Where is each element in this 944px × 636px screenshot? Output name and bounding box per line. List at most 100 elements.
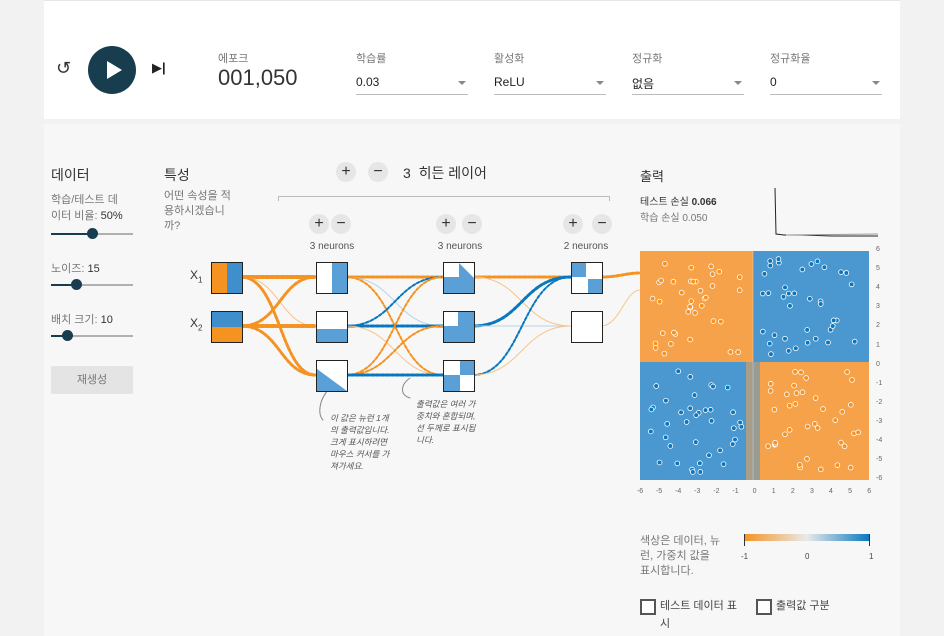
hidden-neuron[interactable]: [316, 360, 348, 392]
neuron-annotation: 이 값은 뉴런 1개 의 출력값입니다. 크게 표시하려면 마우스 커서를 가 져가세요…: [330, 412, 389, 472]
data-point: [804, 423, 811, 430]
test-loss-label: 테스트 손실: [640, 197, 689, 208]
data-point: [730, 409, 736, 416]
data-point: [683, 419, 690, 425]
data-point: [716, 268, 723, 275]
input-x1-neuron[interactable]: [211, 262, 243, 294]
annotation-line: 의 출력값입니다.: [330, 425, 390, 435]
data-point: [648, 428, 654, 435]
data-point: [792, 369, 798, 375]
data-point: [674, 460, 681, 467]
loss-curve: [774, 187, 878, 237]
data-point: [844, 369, 850, 375]
legend-tick-max: 1: [869, 552, 874, 561]
x-tick-label: 0: [752, 488, 757, 495]
show-test-data-label-2: 시: [660, 618, 671, 630]
hidden-neuron[interactable]: [443, 360, 475, 392]
x-tick-label: 4: [829, 488, 833, 495]
playground-page: ↺ ▶| 에포크 001,050 학습률 0.03 활성화 ReLU 정규화 없…: [0, 0, 944, 636]
y-tick-label: -2: [876, 398, 883, 406]
data-point: [796, 462, 803, 468]
data-point: [697, 469, 704, 475]
train-loss-value: 0.050: [682, 213, 708, 224]
data-point: [829, 323, 836, 329]
hidden-neuron[interactable]: [316, 311, 348, 343]
x-tick-label: 1: [771, 488, 776, 495]
annotation-arrow: [402, 377, 411, 399]
hidden-neuron[interactable]: [316, 262, 348, 294]
link: [472, 325, 572, 376]
weight-annotation: 출력값은 여러 가 중치와 혼합되며, 선 두께로 표시됩 니다.: [416, 398, 475, 446]
x-tick-label: -4: [675, 488, 682, 495]
data-point: [718, 318, 724, 325]
legend-tick-min: -1: [741, 552, 749, 561]
test-loss-value: 0.066: [691, 197, 717, 208]
hidden-neuron[interactable]: [443, 311, 475, 343]
x-tick-label: -2: [713, 488, 720, 495]
x-tick-label: -1: [732, 488, 739, 495]
data-point: [793, 390, 800, 396]
annotation-line: 크게 표시하려면: [330, 437, 388, 447]
legend-text-3: 표시합니다.: [640, 565, 694, 577]
data-point: [678, 289, 685, 296]
data-point: [685, 309, 692, 315]
data-point: [780, 293, 787, 300]
annotation-line: 선 두께로 표시됩: [416, 423, 476, 433]
data-point: [652, 340, 659, 347]
y-tick-label: 0: [876, 360, 880, 368]
y-tick-label: -5: [876, 456, 883, 464]
data-point: [661, 350, 668, 357]
data-point: [765, 443, 771, 449]
data-point: [761, 271, 768, 277]
x-tick-label: 6: [867, 488, 872, 495]
data-point: [729, 441, 736, 447]
data-point: [664, 421, 671, 427]
data-point: [791, 382, 797, 389]
data-point: [767, 380, 774, 387]
data-point: [693, 412, 700, 418]
data-point: [765, 290, 772, 296]
data-point: [804, 327, 810, 333]
data-point: [652, 345, 659, 351]
data-point: [709, 271, 716, 277]
annotation-line: 출력값은 여러 가: [416, 399, 476, 409]
discretize-output-checkbox[interactable]: [756, 599, 772, 615]
show-test-data-checkbox[interactable]: [640, 599, 656, 615]
data-point: [799, 266, 806, 273]
data-point: [791, 290, 798, 297]
data-point: [687, 374, 694, 380]
data-point: [786, 427, 793, 433]
data-point: [838, 269, 844, 275]
data-point: [663, 397, 669, 404]
data-point: [736, 274, 743, 280]
data-point: [662, 261, 668, 267]
data-point: [659, 330, 666, 336]
y-tick-label: -1: [876, 379, 883, 387]
data-point: [786, 402, 793, 409]
data-point: [825, 339, 831, 346]
data-point: [688, 264, 695, 271]
data-point: [708, 418, 715, 424]
data-point: [708, 263, 714, 270]
data-point: [834, 462, 841, 468]
hidden-neuron[interactable]: [443, 262, 475, 294]
data-point: [760, 328, 766, 335]
data-point: [843, 270, 850, 276]
hidden-neuron[interactable]: [571, 262, 603, 294]
data-point: [848, 281, 855, 288]
data-point: [841, 443, 848, 450]
data-point: [691, 392, 698, 398]
data-point: [710, 383, 716, 390]
data-point: [830, 317, 837, 324]
hidden-neuron[interactable]: [571, 311, 603, 343]
loss-curve-test: [785, 233, 879, 236]
data-point: [690, 469, 696, 475]
data-point: [811, 421, 818, 427]
data-point: [767, 258, 773, 264]
data-point: [727, 349, 734, 355]
data-point: [731, 425, 737, 431]
data-point: [675, 368, 682, 375]
loss-sparkline: [774, 187, 879, 237]
input-x2-neuron[interactable]: [211, 311, 243, 343]
legend-text-2: 런, 가중치 값을: [640, 550, 710, 562]
